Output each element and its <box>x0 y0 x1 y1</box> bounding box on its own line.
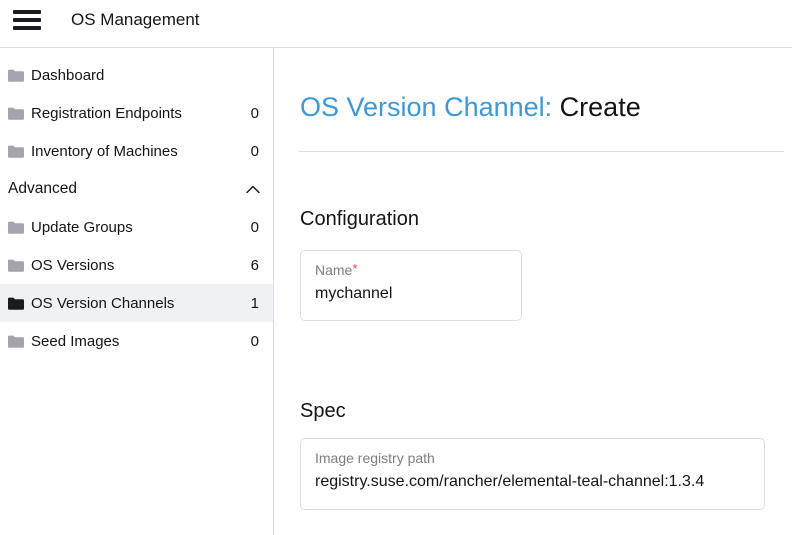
sidebar-group-advanced[interactable]: Advanced <box>0 170 273 208</box>
sidebar-item-dashboard[interactable]: Dashboard <box>0 56 273 94</box>
image-registry-path-label: Image registry path <box>315 450 750 467</box>
item-count-badge: 0 <box>251 143 259 160</box>
page-title-resource: OS Version Channel: <box>300 92 552 122</box>
sidebar-item-registration-endpoints[interactable]: Registration Endpoints 0 <box>0 94 273 132</box>
app-title: OS Management <box>71 10 200 30</box>
sidebar-item-os-version-channels[interactable]: OS Version Channels 1 <box>0 284 273 322</box>
chevron-up-icon <box>246 185 260 194</box>
sidebar-item-seed-images[interactable]: Seed Images 0 <box>0 322 273 360</box>
name-input[interactable] <box>315 284 507 304</box>
item-count-badge: 1 <box>251 295 259 312</box>
hamburger-icon[interactable] <box>13 10 41 30</box>
folder-icon <box>8 68 25 82</box>
section-heading-configuration: Configuration <box>300 206 419 232</box>
title-divider <box>299 151 784 152</box>
folder-icon <box>8 334 25 348</box>
folder-icon <box>8 220 25 234</box>
item-count-badge: 0 <box>251 333 259 350</box>
name-field-label: Name* <box>315 262 507 279</box>
item-count-badge: 0 <box>251 105 259 122</box>
sidebar-item-label: Seed Images <box>31 333 119 350</box>
sidebar-item-os-versions[interactable]: OS Versions 6 <box>0 246 273 284</box>
image-registry-path-field: Image registry path <box>300 438 765 510</box>
sidebar-item-update-groups[interactable]: Update Groups 0 <box>0 208 273 246</box>
app-header: OS Management <box>0 0 792 48</box>
sidebar-item-label: Registration Endpoints <box>31 105 182 122</box>
item-count-badge: 6 <box>251 257 259 274</box>
sidebar-item-label: Inventory of Machines <box>31 143 178 160</box>
sidebar-group-label: Advanced <box>8 180 77 198</box>
main-content: OS Version Channel: Create Configuration… <box>274 48 792 535</box>
page-title-action: Create <box>560 92 641 122</box>
item-count-badge: 0 <box>251 219 259 236</box>
required-asterisk: * <box>352 261 357 276</box>
sidebar-item-label: OS Versions <box>31 257 114 274</box>
section-heading-spec: Spec <box>300 398 346 424</box>
sidebar-item-label: OS Version Channels <box>31 295 174 312</box>
name-field: Name* <box>300 250 522 321</box>
folder-icon <box>8 258 25 272</box>
sidebar-nav: Dashboard Registration Endpoints 0 Inven… <box>0 48 274 535</box>
sidebar-item-label: Dashboard <box>31 67 104 84</box>
sidebar-item-label: Update Groups <box>31 219 133 236</box>
sidebar-item-inventory-of-machines[interactable]: Inventory of Machines 0 <box>0 132 273 170</box>
image-registry-path-input[interactable] <box>315 472 750 492</box>
folder-icon <box>8 106 25 120</box>
page-title: OS Version Channel: Create <box>300 90 641 124</box>
folder-icon <box>8 144 25 158</box>
folder-icon <box>8 296 25 310</box>
